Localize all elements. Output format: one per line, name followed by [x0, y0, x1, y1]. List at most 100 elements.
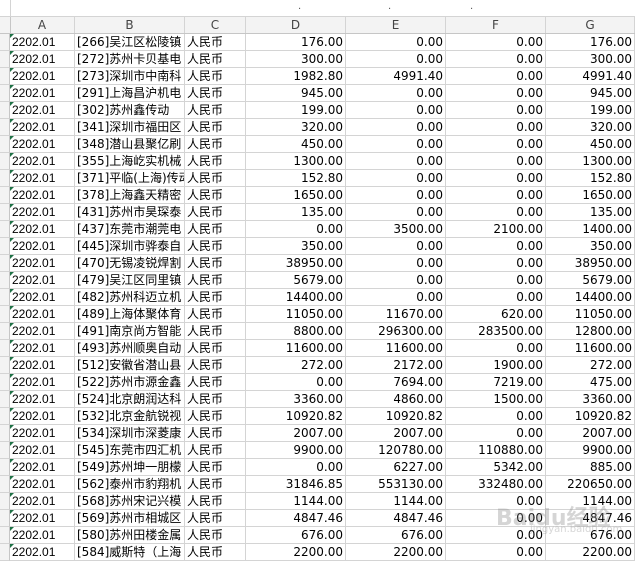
cell-f[interactable]: 7219.00 [446, 374, 546, 391]
cell-e[interactable]: 2200.00 [346, 544, 446, 561]
row-header[interactable] [0, 136, 10, 153]
cell-b[interactable]: [479]吴江区同里镇 [75, 272, 185, 289]
cell-c[interactable]: 人民币 [185, 510, 246, 527]
cell-e[interactable]: 4860.00 [346, 391, 446, 408]
cell-b[interactable]: [371]平临(上海)传动 [75, 170, 185, 187]
cell-d[interactable]: 1982.80 [246, 68, 346, 85]
cell-g[interactable]: 1300.00 [546, 153, 635, 170]
cell-e[interactable]: 0.00 [346, 119, 446, 136]
row-header[interactable] [0, 170, 10, 187]
cell-e[interactable]: 2007.00 [346, 425, 446, 442]
row-header[interactable] [0, 51, 10, 68]
cell-g[interactable]: 350.00 [546, 238, 635, 255]
cell-a[interactable]: 2202.01 [10, 119, 75, 136]
cell-b[interactable]: [482]苏州科迈立机 [75, 289, 185, 306]
cell-c[interactable]: 人民币 [185, 476, 246, 493]
row-header[interactable] [0, 153, 10, 170]
cell-d[interactable]: 10920.82 [246, 408, 346, 425]
cell-c[interactable]: 人民币 [185, 527, 246, 544]
cell-g[interactable]: 152.80 [546, 170, 635, 187]
row-header[interactable] [0, 374, 10, 391]
cell-b[interactable]: [302]苏州鑫传动 [75, 102, 185, 119]
cell-b[interactable]: [431]苏州市昊琛泰 [75, 204, 185, 221]
cell-d[interactable]: 676.00 [246, 527, 346, 544]
row-header[interactable] [0, 221, 10, 238]
cell-a[interactable]: 2202.01 [10, 340, 75, 357]
cell-a[interactable]: 2202.01 [10, 68, 75, 85]
cell-e[interactable]: 0.00 [346, 187, 446, 204]
cell-a[interactable]: 2202.01 [10, 323, 75, 340]
cell-d[interactable]: 38950.00 [246, 255, 346, 272]
cell-e[interactable]: 0.00 [346, 238, 446, 255]
cell-g[interactable]: 10920.82 [546, 408, 635, 425]
cell-f[interactable]: 0.00 [446, 544, 546, 561]
row-header[interactable] [0, 357, 10, 374]
cell-g[interactable]: 14400.00 [546, 289, 635, 306]
cell-a[interactable]: 2202.01 [10, 374, 75, 391]
cell-c[interactable]: 人民币 [185, 255, 246, 272]
cell-a[interactable]: 2202.01 [10, 442, 75, 459]
cell-b[interactable]: [272]苏州卡贝基电 [75, 51, 185, 68]
cell-g[interactable]: 176.00 [546, 34, 635, 51]
cell-c[interactable]: 人民币 [185, 68, 246, 85]
cell-d[interactable]: 199.00 [246, 102, 346, 119]
cell-d[interactable]: 4847.46 [246, 510, 346, 527]
cell-b[interactable]: [470]无锡凌锐焊割 [75, 255, 185, 272]
row-header[interactable] [0, 272, 10, 289]
cell-a[interactable]: 2202.01 [10, 255, 75, 272]
column-header-b[interactable]: B [75, 17, 185, 33]
cell-d[interactable]: 14400.00 [246, 289, 346, 306]
cell-c[interactable]: 人民币 [185, 170, 246, 187]
cell-e[interactable]: 6227.00 [346, 459, 446, 476]
cell-g[interactable]: 3360.00 [546, 391, 635, 408]
cell-c[interactable]: 人民币 [185, 391, 246, 408]
row-header[interactable] [0, 340, 10, 357]
cell-a[interactable]: 2202.01 [10, 459, 75, 476]
cell-d[interactable]: 0.00 [246, 459, 346, 476]
cell-a[interactable]: 2202.01 [10, 425, 75, 442]
cell-c[interactable]: 人民币 [185, 357, 246, 374]
cell-a[interactable]: 2202.01 [10, 391, 75, 408]
cell-c[interactable]: 人民币 [185, 102, 246, 119]
cell-g[interactable]: 2200.00 [546, 544, 635, 561]
row-header[interactable] [0, 68, 10, 85]
column-header-g[interactable]: G [546, 17, 635, 33]
cell-b[interactable]: [378]上海鑫天精密 [75, 187, 185, 204]
cell-a[interactable]: 2202.01 [10, 510, 75, 527]
cell-a[interactable]: 2202.01 [10, 102, 75, 119]
cell-d[interactable]: 0.00 [246, 374, 346, 391]
cell-c[interactable]: 人民币 [185, 51, 246, 68]
row-header[interactable] [0, 204, 10, 221]
cell-c[interactable]: 人民币 [185, 408, 246, 425]
cell-e[interactable]: 0.00 [346, 272, 446, 289]
cell-a[interactable]: 2202.01 [10, 357, 75, 374]
cell-g[interactable]: 9900.00 [546, 442, 635, 459]
cell-g[interactable]: 272.00 [546, 357, 635, 374]
column-header-c[interactable]: C [185, 17, 246, 33]
row-header[interactable] [0, 102, 10, 119]
cell-g[interactable]: 5679.00 [546, 272, 635, 289]
cell-a[interactable]: 2202.01 [10, 476, 75, 493]
cell-f[interactable]: 0.00 [446, 408, 546, 425]
row-header[interactable] [0, 255, 10, 272]
cell-f[interactable]: 0.00 [446, 238, 546, 255]
cell-e[interactable]: 553130.00 [346, 476, 446, 493]
cell-b[interactable]: [266]吴江区松陵镇 [75, 34, 185, 51]
cell-b[interactable]: [569]苏州市相城区 [75, 510, 185, 527]
cell-g[interactable]: 11600.00 [546, 340, 635, 357]
column-header-f[interactable]: F [446, 17, 546, 33]
cell-d[interactable]: 1650.00 [246, 187, 346, 204]
cell-d[interactable]: 2007.00 [246, 425, 346, 442]
cell-b[interactable]: [534]深圳市深菱康 [75, 425, 185, 442]
cell-a[interactable]: 2202.01 [10, 187, 75, 204]
cell-d[interactable]: 1144.00 [246, 493, 346, 510]
name-box[interactable] [0, 0, 11, 16]
cell-e[interactable]: 10920.82 [346, 408, 446, 425]
formula-bar[interactable]: . . . [0, 0, 635, 17]
cell-a[interactable]: 2202.01 [10, 51, 75, 68]
cell-d[interactable]: 450.00 [246, 136, 346, 153]
cell-f[interactable]: 1900.00 [446, 357, 546, 374]
cell-d[interactable]: 320.00 [246, 119, 346, 136]
cell-f[interactable]: 283500.00 [446, 323, 546, 340]
cell-b[interactable]: [524]北京朗润达科 [75, 391, 185, 408]
